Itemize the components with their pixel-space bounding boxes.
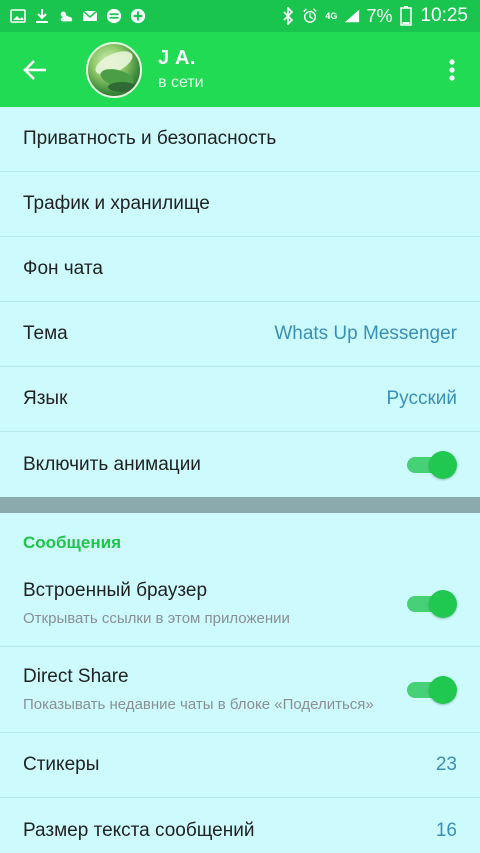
weather-icon (58, 8, 74, 24)
setting-label: Размер текста сообщений (23, 819, 255, 841)
settings-list: Приватность и безопасность Трафик и хран… (0, 107, 480, 853)
setting-label: Язык (23, 388, 68, 409)
setting-label: Стикеры (23, 754, 100, 775)
setting-value: 23 (435, 754, 457, 775)
app-bar: J A. в сети (0, 32, 480, 107)
setting-label: Включить анимации (23, 453, 201, 475)
chat-background-setting[interactable]: Фон чата (0, 237, 480, 302)
animations-setting[interactable]: Включить анимации (0, 432, 480, 497)
text-size-setting[interactable]: Размер текста сообщений 16 (0, 798, 480, 853)
avatar[interactable] (86, 41, 142, 98)
plus-icon (130, 8, 146, 24)
setting-description: Показывать недавние чаты в блоке «Подели… (23, 696, 374, 713)
language-setting[interactable]: Язык Русский (0, 367, 480, 432)
theme-setting[interactable]: Тема Whats Up Messenger (0, 302, 480, 367)
setting-value: Whats Up Messenger (274, 323, 457, 344)
status-bar: 4G 7% 10:25 (0, 0, 480, 32)
setting-label: Встроенный браузер (23, 580, 208, 601)
clock: 10:25 (420, 5, 468, 26)
back-button[interactable] (0, 32, 70, 107)
stickers-setting[interactable]: Стикеры 23 (0, 733, 480, 798)
in-app-browser-toggle[interactable] (407, 589, 457, 618)
in-app-browser-setting[interactable]: Встроенный браузер Открывать ссылки в эт… (0, 561, 480, 647)
setting-label: Direct Share (23, 666, 129, 687)
privacy-setting[interactable]: Приватность и безопасность (0, 107, 480, 172)
setting-value: 16 (435, 819, 457, 841)
messages-section-header: Сообщения (0, 513, 480, 561)
section-title: Сообщения (23, 533, 121, 552)
setting-label: Приватность и безопасность (23, 128, 277, 149)
battery-percent: 7% (366, 5, 393, 26)
direct-share-toggle[interactable] (407, 675, 457, 704)
profile-title[interactable]: J A. в сети (158, 47, 204, 92)
mail-icon (82, 8, 98, 24)
setting-label: Трафик и хранилище (23, 193, 210, 214)
image-icon (10, 8, 26, 24)
setting-label: Фон чата (23, 258, 103, 279)
network-type-icon: 4G (325, 11, 338, 21)
bluetooth-icon (280, 7, 296, 25)
traffic-setting[interactable]: Трафик и хранилище (0, 172, 480, 237)
setting-label: Тема (23, 323, 68, 344)
more-vert-icon (449, 58, 455, 81)
alarm-icon (302, 8, 318, 24)
battery-icon (398, 6, 414, 26)
app-icon (106, 8, 122, 24)
direct-share-setting[interactable]: Direct Share Показывать недавние чаты в … (0, 647, 480, 733)
signal-icon (344, 8, 360, 24)
section-divider (0, 497, 480, 513)
animations-toggle[interactable] (407, 450, 457, 479)
profile-name: J A. (158, 47, 196, 69)
notification-icons (10, 8, 146, 24)
setting-value: Русский (386, 388, 458, 409)
profile-status: в сети (158, 74, 204, 91)
download-icon (34, 8, 50, 24)
system-icons: 4G 7% 10:25 (280, 5, 468, 27)
overflow-menu-button[interactable] (424, 32, 480, 107)
setting-description: Открывать ссылки в этом приложении (23, 610, 290, 627)
arrow-left-icon (23, 59, 46, 80)
